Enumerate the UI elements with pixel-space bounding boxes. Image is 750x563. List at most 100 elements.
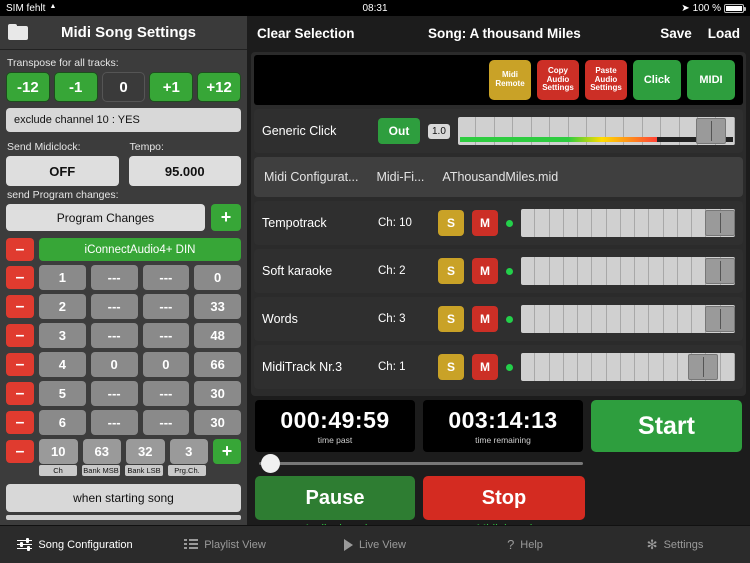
row-channel[interactable]: 3: [39, 323, 86, 348]
row-bank-lsb[interactable]: ---: [143, 294, 190, 319]
remove-row-button[interactable]: –: [6, 266, 34, 289]
remove-row-button[interactable]: –: [6, 295, 34, 318]
tab-live-view[interactable]: Live View: [300, 539, 450, 551]
midiclock-value[interactable]: OFF: [6, 156, 119, 186]
click-gain-value[interactable]: 1.0: [428, 124, 450, 139]
tab-settings[interactable]: ✻ Settings: [600, 537, 750, 553]
row-program-change[interactable]: 33: [194, 294, 241, 319]
track-fader-knob[interactable]: [688, 354, 718, 380]
row-channel[interactable]: 1: [39, 265, 86, 290]
column-captions: Ch Bank MSB Bank LSB Prg.Ch.: [6, 465, 241, 476]
tab-playlist-view[interactable]: Playlist View: [150, 539, 300, 551]
app-screen: SIM fehlt 08:31 ➤ 100 % Midi Song Settin…: [0, 0, 750, 563]
remove-row-button[interactable]: –: [6, 411, 34, 434]
transpose-minus-1-button[interactable]: -1: [54, 72, 98, 102]
midi-button[interactable]: MIDI: [687, 60, 735, 100]
left-panel-header: Midi Song Settings: [0, 16, 247, 50]
program-changes-button[interactable]: Program Changes: [6, 204, 205, 231]
row-program-change[interactable]: 30: [194, 410, 241, 435]
track-solo-button[interactable]: S: [438, 354, 464, 380]
remove-device-button[interactable]: –: [6, 238, 34, 261]
transpose-plus-1-button[interactable]: +1: [149, 72, 193, 102]
paste-audio-settings-button[interactable]: Paste Audio Settings: [585, 60, 627, 100]
table-row: – 4 0 0 66: [6, 352, 241, 377]
exclude-channel-field[interactable]: exclude channel 10 : YES: [6, 108, 241, 132]
track-solo-button[interactable]: S: [438, 258, 464, 284]
midi-remote-button[interactable]: Midi Remote: [489, 60, 531, 100]
row-bank-lsb[interactable]: ---: [143, 265, 190, 290]
track-fader[interactable]: [521, 353, 735, 381]
tab-help[interactable]: ? Help: [450, 537, 600, 552]
track-channel: Ch: 2: [378, 265, 430, 277]
caption-bank-msb: Bank MSB: [82, 465, 120, 476]
row-program-change[interactable]: 3: [170, 439, 209, 464]
left-panel: Midi Song Settings Transpose for all tra…: [0, 16, 247, 563]
row-bank-lsb[interactable]: 0: [143, 352, 190, 377]
pause-button[interactable]: Pause: [255, 476, 415, 520]
row-program-change[interactable]: 30: [194, 381, 241, 406]
row-bank-msb[interactable]: 0: [91, 352, 138, 377]
click-fader-knob[interactable]: [696, 118, 726, 144]
page-title: Midi Song Settings: [38, 24, 239, 41]
track-mute-button[interactable]: M: [472, 258, 498, 284]
position-slider[interactable]: [251, 452, 591, 474]
when-starting-song-button[interactable]: when starting song: [6, 484, 241, 512]
track-fader-knob[interactable]: [705, 210, 735, 236]
row-bank-msb[interactable]: ---: [91, 323, 138, 348]
track-solo-button[interactable]: S: [438, 306, 464, 332]
click-fader[interactable]: [458, 117, 735, 145]
tab-song-configuration[interactable]: Song Configuration: [0, 539, 150, 551]
track-fader[interactable]: [521, 305, 735, 333]
load-button[interactable]: Load: [708, 26, 740, 41]
row-program-change[interactable]: 48: [194, 323, 241, 348]
track-fader[interactable]: [521, 257, 735, 285]
row-channel[interactable]: 2: [39, 294, 86, 319]
row-channel[interactable]: 10: [39, 439, 78, 464]
row-bank-msb[interactable]: ---: [91, 410, 138, 435]
remove-row-button[interactable]: –: [6, 353, 34, 376]
row-bank-lsb[interactable]: ---: [143, 323, 190, 348]
click-button[interactable]: Click: [633, 60, 681, 100]
row-bank-lsb[interactable]: ---: [143, 410, 190, 435]
transpose-zero-button[interactable]: 0: [102, 72, 146, 102]
track-mute-button[interactable]: M: [472, 306, 498, 332]
stop-button[interactable]: Stop: [423, 476, 585, 520]
row-channel[interactable]: 4: [39, 352, 86, 377]
track-fader-knob[interactable]: [705, 258, 735, 284]
start-button[interactable]: Start: [591, 400, 742, 452]
track-activity-indicator: [506, 364, 513, 371]
remove-row-button[interactable]: –: [6, 382, 34, 405]
track-mute-button[interactable]: M: [472, 354, 498, 380]
track-fader[interactable]: [521, 209, 735, 237]
row-bank-msb[interactable]: 63: [83, 439, 122, 464]
battery-icon: [724, 4, 744, 13]
device-name-field[interactable]: iConnectAudio4+ DIN: [39, 238, 241, 261]
transpose-plus-12-button[interactable]: +12: [197, 72, 241, 102]
tempo-value[interactable]: 95.000: [129, 156, 242, 186]
row-channel[interactable]: 5: [39, 381, 86, 406]
track-fader-knob[interactable]: [705, 306, 735, 332]
click-out-button[interactable]: Out: [378, 118, 420, 144]
add-row-button[interactable]: +: [213, 439, 241, 464]
row-bank-msb[interactable]: ---: [91, 294, 138, 319]
row-bank-lsb[interactable]: 32: [126, 439, 165, 464]
track-solo-button[interactable]: S: [438, 210, 464, 236]
row-program-change[interactable]: 66: [194, 352, 241, 377]
midi-configuration-row[interactable]: Midi Configurat... Midi-Fi... AThousandM…: [254, 157, 743, 197]
transpose-minus-12-button[interactable]: -12: [6, 72, 50, 102]
folder-icon[interactable]: [8, 24, 30, 41]
row-bank-msb[interactable]: ---: [91, 265, 138, 290]
remove-row-button[interactable]: –: [6, 440, 34, 463]
time-past-box: 000:49:59 time past: [255, 400, 415, 452]
row-bank-msb[interactable]: ---: [91, 381, 138, 406]
save-button[interactable]: Save: [660, 26, 692, 41]
copy-audio-settings-button[interactable]: Copy Audio Settings: [537, 60, 579, 100]
clear-selection-button[interactable]: Clear Selection: [257, 26, 355, 41]
track-mute-button[interactable]: M: [472, 210, 498, 236]
add-program-change-button[interactable]: +: [211, 204, 241, 231]
remove-row-button[interactable]: –: [6, 324, 34, 347]
row-program-change[interactable]: 0: [194, 265, 241, 290]
row-channel[interactable]: 6: [39, 410, 86, 435]
position-slider-knob[interactable]: [261, 454, 280, 473]
row-bank-lsb[interactable]: ---: [143, 381, 190, 406]
